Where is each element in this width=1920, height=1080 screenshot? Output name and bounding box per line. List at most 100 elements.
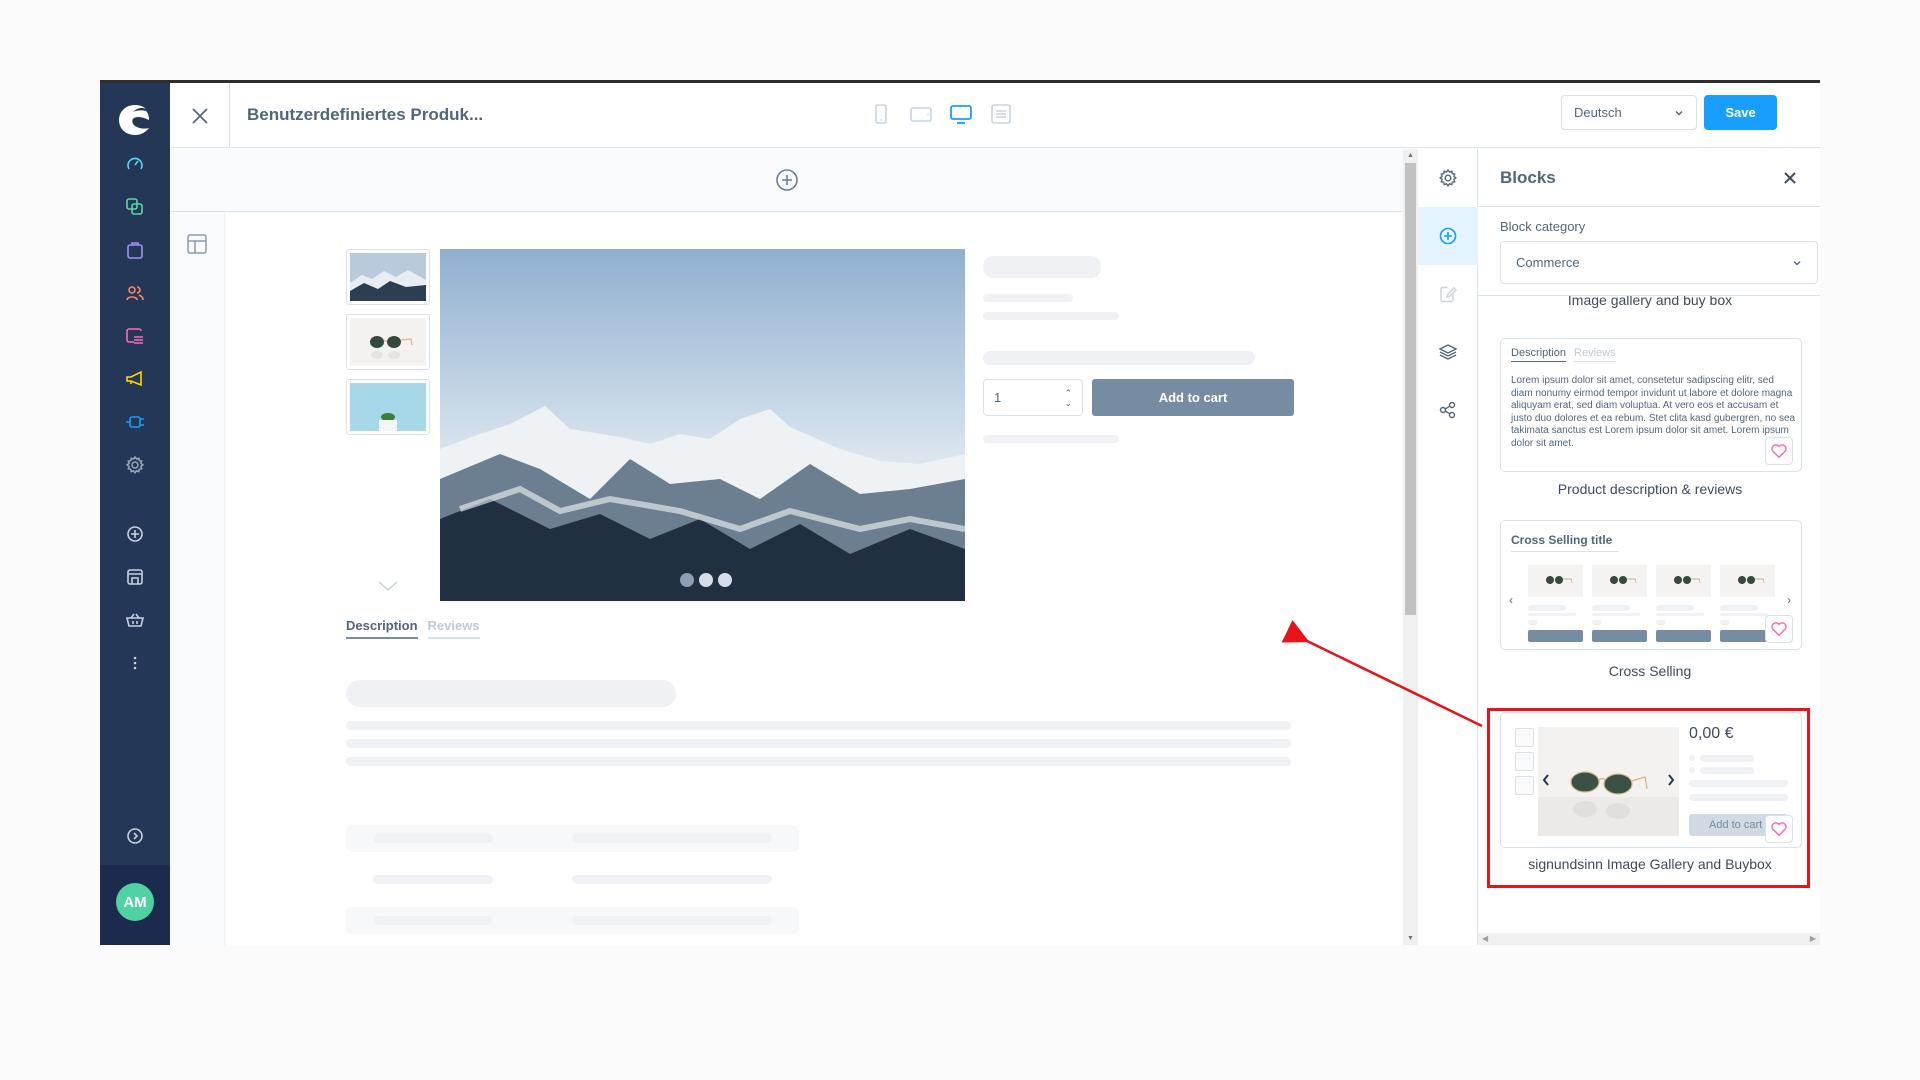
block-category-select[interactable]: Commerce: [1500, 241, 1818, 284]
sunglasses-image: [1528, 565, 1583, 597]
blocks-list: Image gallery and buy box Description Re…: [1478, 295, 1820, 933]
basket-icon[interactable]: [124, 609, 146, 631]
quantity-value: 1: [994, 390, 1002, 405]
skeleton-cell: [373, 875, 493, 884]
share-icon: [1439, 401, 1456, 419]
skeleton-cell: [373, 916, 493, 925]
tab-description[interactable]: Description: [346, 618, 418, 639]
editor-sidebar-tabs: [1418, 149, 1478, 945]
thumbnail-sunglasses[interactable]: [346, 314, 430, 370]
block-caption: Image gallery and buy box: [1567, 295, 1733, 308]
avatar[interactable]: AM: [116, 883, 154, 921]
preview-cross-selling-title: Cross Selling title: [1511, 533, 1619, 552]
catalogues-icon[interactable]: [124, 196, 146, 218]
add-to-cart-button[interactable]: Add to cart: [1092, 379, 1294, 416]
quantity-stepper[interactable]: ⌃ ⌄: [1064, 388, 1072, 408]
editor-canvas: 1 ⌃ ⌄ Add to cart Description Reviews: [170, 149, 1403, 945]
close-panel-icon[interactable]: [1782, 170, 1798, 186]
skeleton-title: [983, 256, 1101, 278]
gallery-dot-3[interactable]: [718, 573, 732, 587]
favorite-button[interactable]: [1765, 815, 1793, 843]
gallery-dot-1[interactable]: [680, 573, 694, 587]
favorite-button[interactable]: [1765, 437, 1793, 465]
preview-tab-description: Description: [1511, 347, 1567, 362]
close-editor-button[interactable]: [170, 83, 230, 148]
skeleton-cell: [572, 834, 772, 843]
blocks-panel-title: Blocks: [1500, 167, 1556, 187]
block-product-description-reviews[interactable]: Description Reviews Lorem ipsum dolor si…: [1500, 338, 1802, 472]
sunglasses-image: [1538, 727, 1679, 836]
settings-icon[interactable]: [124, 454, 146, 476]
heart-icon: [1771, 444, 1787, 459]
mobile-view-icon[interactable]: [870, 103, 892, 125]
cactus-thumbnail-image: [350, 383, 426, 431]
scroll-down-arrow[interactable]: ▼: [1407, 935, 1414, 942]
preview-product-card: [1656, 565, 1711, 642]
desktop-view-icon[interactable]: [950, 103, 972, 125]
section-layout-icon[interactable]: [186, 233, 208, 255]
page-title: Benutzerdefiniertes Produk...: [247, 105, 484, 124]
thumbnail-mountains[interactable]: [346, 249, 430, 305]
orders-icon[interactable]: [124, 239, 146, 261]
quantity-input[interactable]: 1 ⌃ ⌄: [983, 379, 1083, 416]
collapse-sidebar-icon[interactable]: [124, 825, 146, 847]
cms-editor-window: AM Benutzerdefiniertes Produk... Deutsch…: [100, 80, 1820, 945]
edit-icon: [1440, 286, 1457, 303]
add-sales-channel-icon[interactable]: [124, 523, 146, 545]
shopware-logo-icon[interactable]: [115, 100, 155, 140]
chevron-down-icon: [1793, 260, 1801, 265]
save-button[interactable]: Save: [1704, 95, 1777, 130]
add-section-icon[interactable]: [775, 168, 799, 192]
preview-next-arrow: ›: [1787, 593, 1791, 607]
language-value: Deutsch: [1574, 105, 1622, 120]
language-select[interactable]: Deutsch: [1561, 95, 1697, 130]
marketing-icon[interactable]: [124, 368, 146, 390]
layers-icon: [1438, 344, 1458, 360]
skeleton-line: [346, 739, 1291, 748]
tab-reviews[interactable]: Reviews: [427, 618, 480, 639]
share-tab[interactable]: [1418, 381, 1478, 439]
blocks-tab[interactable]: [1418, 207, 1478, 265]
layers-tab[interactable]: [1418, 323, 1478, 381]
skeleton-line: [346, 721, 1291, 730]
gallery-thumbnails: [346, 249, 430, 444]
block-caption: signundsinn Image Gallery and Buybox: [1528, 856, 1772, 872]
content-icon[interactable]: [124, 325, 146, 347]
thumbnails-scroll-down-icon[interactable]: [376, 578, 400, 594]
gallery-main-image[interactable]: [440, 249, 965, 601]
page-settings-tab[interactable]: [1418, 149, 1478, 207]
plus-circle-icon: [1439, 227, 1457, 245]
canvas-scrollbar[interactable]: ▲ ▼: [1403, 149, 1418, 945]
mountains-image: [440, 249, 965, 601]
scroll-up-arrow[interactable]: ▲: [1407, 152, 1414, 159]
gallery-dot-2[interactable]: [699, 573, 713, 587]
scrollbar-thumb[interactable]: [1405, 163, 1416, 615]
edit-tab[interactable]: [1418, 265, 1478, 323]
thumbnail-cactus[interactable]: [346, 379, 430, 435]
tablet-view-icon[interactable]: [910, 103, 932, 125]
skeleton-cell: [373, 834, 493, 843]
blocks-horizontal-scrollbar[interactable]: ◀ ▶: [1478, 933, 1820, 945]
blocks-panel: Blocks Block category Commerce Image gal…: [1478, 149, 1820, 945]
user-area: AM: [100, 865, 170, 945]
favorite-button[interactable]: [1765, 615, 1793, 643]
extensions-icon[interactable]: [124, 411, 146, 433]
heart-icon: [1771, 822, 1787, 837]
customers-icon[interactable]: [124, 282, 146, 304]
scroll-right-arrow[interactable]: ▶: [1810, 934, 1816, 943]
skeleton-line: [983, 435, 1119, 443]
sunglasses-thumbnail-image: [350, 318, 426, 366]
scroll-left-arrow[interactable]: ◀: [1482, 934, 1488, 943]
sunglasses-image: [1592, 565, 1647, 597]
heart-icon: [1771, 622, 1787, 637]
gear-icon: [1438, 168, 1458, 187]
mountains-thumbnail-image: [350, 253, 426, 301]
more-vertical-icon[interactable]: [124, 652, 146, 674]
blocks-panel-header: Blocks: [1478, 149, 1820, 207]
storefront-icon[interactable]: [124, 566, 146, 588]
block-signundsinn-gallery-buybox[interactable]: 0,00 € Add to cart: [1500, 712, 1802, 848]
form-view-icon[interactable]: [990, 103, 1012, 125]
dashboard-icon[interactable]: [124, 153, 146, 175]
page-preview: 1 ⌃ ⌄ Add to cart Description Reviews: [226, 213, 1403, 945]
block-cross-selling[interactable]: Cross Selling title ‹ ›: [1500, 520, 1802, 650]
